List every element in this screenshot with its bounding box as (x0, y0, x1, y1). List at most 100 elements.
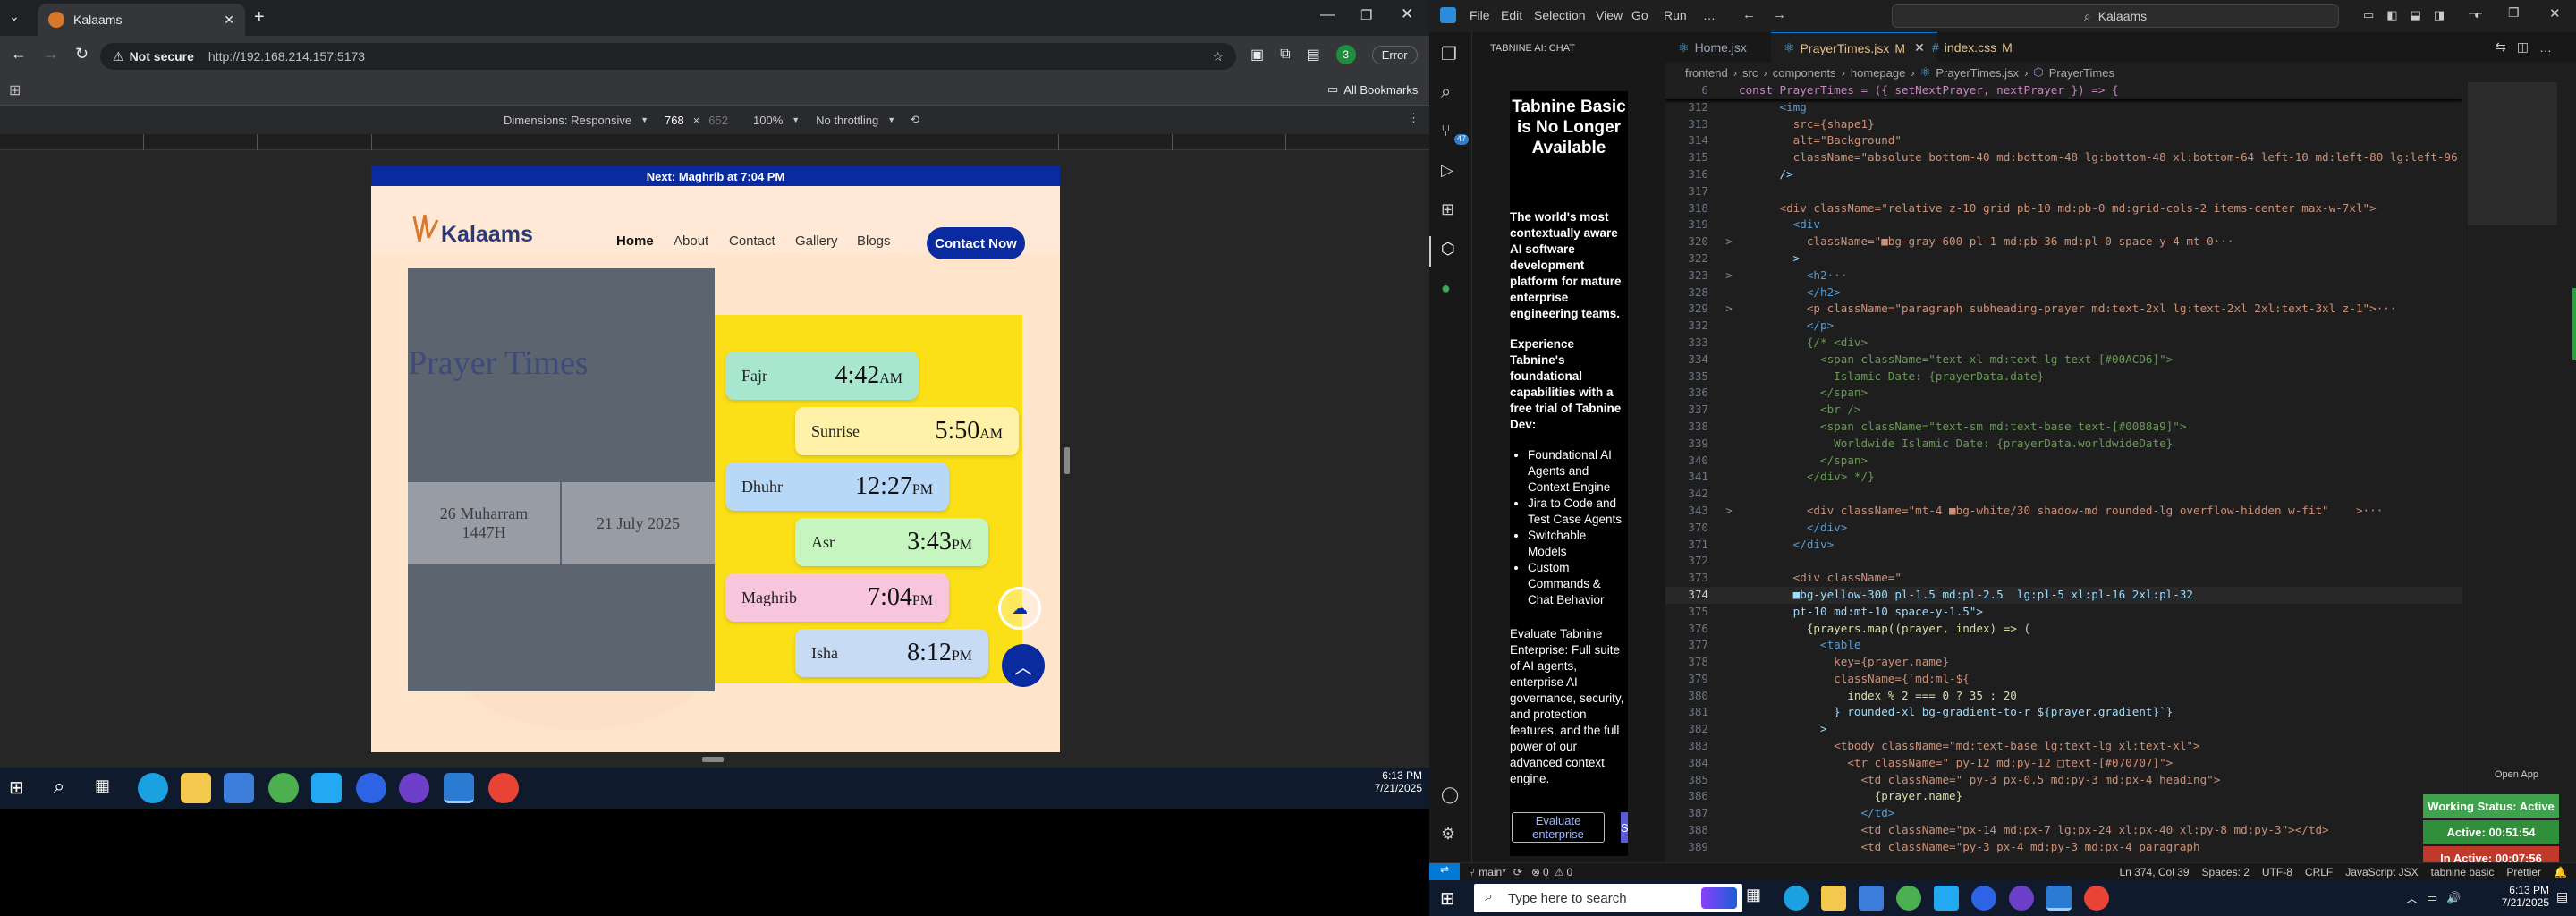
command-center[interactable]: ⌕ Kalaams (1892, 4, 2339, 28)
menu-file[interactable]: File (1470, 8, 1490, 22)
code-line[interactable]: 323 > <h2··· (1665, 267, 2462, 284)
nav-blogs[interactable]: Blogs (857, 233, 891, 249)
breadcrumb-item[interactable]: frontend (1685, 66, 1728, 80)
fold-chevron-icon[interactable] (1719, 822, 1739, 839)
tab-home-jsx[interactable]: ⚛ Home.jsx (1665, 32, 1759, 63)
cursor-position[interactable]: Ln 374, Col 39 (2119, 866, 2189, 878)
all-bookmarks[interactable]: ▭ All Bookmarks (1327, 82, 1418, 97)
toggle-sidebar-icon[interactable]: ◧ (2386, 8, 2397, 22)
minimize-icon[interactable]: — (2469, 5, 2482, 21)
fold-chevron-icon[interactable] (1719, 520, 1739, 537)
devtools-more-icon[interactable]: ⋮ (1408, 111, 1419, 125)
profile-avatar[interactable]: 3 (1335, 45, 1356, 64)
code-line[interactable]: 319 <div (1665, 216, 2462, 233)
fold-chevron-icon[interactable]: > (1719, 233, 1739, 250)
mongodb-icon[interactable]: ● (1441, 279, 1462, 301)
code-line[interactable]: 389 <td className="py-3 px-4 md:py-3 md:… (1665, 839, 2462, 856)
resize-handle-bottom[interactable] (702, 757, 724, 762)
back-icon[interactable]: ← (11, 45, 27, 64)
fold-chevron-icon[interactable] (1719, 402, 1739, 419)
forward-icon[interactable]: → (43, 45, 59, 64)
fold-chevron-icon[interactable] (1719, 755, 1739, 772)
search-icon[interactable]: ⌕ (1441, 82, 1462, 104)
code-line[interactable]: 373 <div className=" (1665, 570, 2462, 587)
vscode-icon[interactable] (311, 773, 342, 803)
fold-chevron-icon[interactable] (1719, 637, 1739, 654)
fold-chevron-icon[interactable] (1719, 436, 1739, 453)
run-debug-icon[interactable]: ▷ (1441, 161, 1462, 182)
chrome-icon[interactable] (268, 773, 299, 803)
evaluate-enterprise-button[interactable]: Evaluate enterprise (1512, 812, 1605, 843)
fold-chevron-icon[interactable] (1719, 553, 1739, 570)
code-line[interactable]: 334 <span className="text-xl md:text-lg … (1665, 352, 2462, 369)
working-status-badge[interactable]: Working Status: Active (2423, 794, 2559, 818)
split-editor-icon[interactable]: ◫ (2517, 39, 2529, 55)
code-line[interactable]: 386 {prayer.name} (1665, 788, 2462, 805)
fold-chevron-icon[interactable] (1719, 453, 1739, 470)
bookmark-star-icon[interactable]: ☆ (1212, 49, 1224, 64)
sync-icon[interactable]: ⟳ (1513, 866, 1522, 878)
fold-chevron-icon[interactable] (1719, 132, 1739, 149)
language-mode[interactable]: JavaScript JSX (2345, 866, 2418, 878)
code-line[interactable]: 338 <span className="text-sm md:text-bas… (1665, 419, 2462, 436)
fold-chevron-icon[interactable] (1719, 216, 1739, 233)
remote-icon[interactable]: ⇌ (1429, 863, 1460, 880)
close-window-icon[interactable]: ✕ (1401, 5, 1413, 23)
code-line[interactable]: 315 className="absolute bottom-40 md:bot… (1665, 149, 2462, 166)
fold-chevron-icon[interactable] (1719, 419, 1739, 436)
windows-icon[interactable]: ⊞ (1440, 887, 1455, 910)
nav-contact[interactable]: Contact (729, 233, 775, 249)
menu-run[interactable]: Run (1664, 8, 1687, 22)
github-icon[interactable] (399, 773, 429, 803)
code-line[interactable]: 342 (1665, 486, 2462, 503)
fold-chevron-icon[interactable] (1719, 284, 1739, 301)
settings-gear-icon[interactable]: ⚙ (1441, 825, 1462, 846)
menu-selection[interactable]: Selection (1534, 8, 1586, 22)
toggle-secondary-icon[interactable]: ◨ (2434, 8, 2445, 22)
windows-icon[interactable]: ⊞ (9, 776, 24, 799)
toggle-bottom-icon[interactable]: ⬓ (2411, 8, 2421, 22)
site-logo-text[interactable]: Kalaams (441, 222, 533, 248)
menu-go[interactable]: Go (1631, 8, 1648, 22)
code-line[interactable]: 377 <table (1665, 637, 2462, 654)
open-app-label[interactable]: Open App (2495, 769, 2538, 780)
maximize-icon[interactable]: ❐ (1360, 7, 1372, 23)
chrome-icon-2[interactable] (2084, 886, 2109, 911)
bell-icon[interactable]: 🔔 (2554, 866, 2567, 878)
fold-chevron-icon[interactable] (1719, 200, 1739, 217)
fold-chevron-icon[interactable]: > (1719, 301, 1739, 318)
encoding[interactable]: UTF-8 (2262, 866, 2292, 878)
network-icon[interactable]: ▭ (2427, 891, 2437, 905)
code-line[interactable]: 341 </div> */} (1665, 469, 2462, 486)
code-line[interactable]: 339 Worldwide Islamic Date: {prayerData.… (1665, 436, 2462, 453)
fold-chevron-icon[interactable] (1719, 805, 1739, 822)
code-line[interactable]: 313 src={shape1} (1665, 116, 2462, 133)
code-line[interactable]: 320 > className="■bg-gray-600 pl-1 md:pb-… (1665, 233, 2462, 250)
code-line[interactable]: 378 key={prayer.name} (1665, 654, 2462, 671)
minimap[interactable] (2462, 82, 2576, 862)
fold-chevron-icon[interactable] (1719, 250, 1739, 267)
fold-chevron-icon[interactable] (1719, 688, 1739, 705)
throttling-select[interactable]: No throttling (816, 114, 878, 127)
chrome-tab-kalaams[interactable]: Kalaams ✕ (38, 4, 245, 36)
code-line[interactable]: 322 > (1665, 250, 2462, 267)
apps-grid-icon[interactable]: ⊞ (9, 81, 21, 99)
code-line[interactable]: 371 </div> (1665, 537, 2462, 554)
close-window-icon[interactable]: ✕ (2549, 5, 2561, 21)
fold-chevron-icon[interactable] (1719, 183, 1739, 200)
extensions-icon[interactable]: ⊞ (1441, 200, 1462, 222)
fold-chevron-icon[interactable] (1719, 621, 1739, 638)
breadcrumb-item[interactable]: components (1773, 66, 1836, 80)
menu-more[interactable]: … (1703, 8, 1716, 22)
fold-chevron-icon[interactable]: > (1719, 503, 1739, 520)
breadcrumb-item[interactable]: homepage (1851, 66, 1905, 80)
fold-chevron-icon[interactable] (1719, 839, 1739, 856)
code-line[interactable]: 379 className={`md:ml-${ (1665, 671, 2462, 688)
menu-edit[interactable]: Edit (1501, 8, 1522, 22)
close-tab-icon[interactable]: ✕ (224, 13, 234, 28)
task-view-icon[interactable]: ▦ (1746, 886, 1771, 911)
fold-chevron-icon[interactable] (1719, 318, 1739, 335)
zoom-icon[interactable] (1971, 886, 1996, 911)
start-dev-trial-button[interactable]: Start your Dev trial (1621, 812, 1628, 843)
sidepanel-icon[interactable]: ▤ (1307, 46, 1320, 64)
